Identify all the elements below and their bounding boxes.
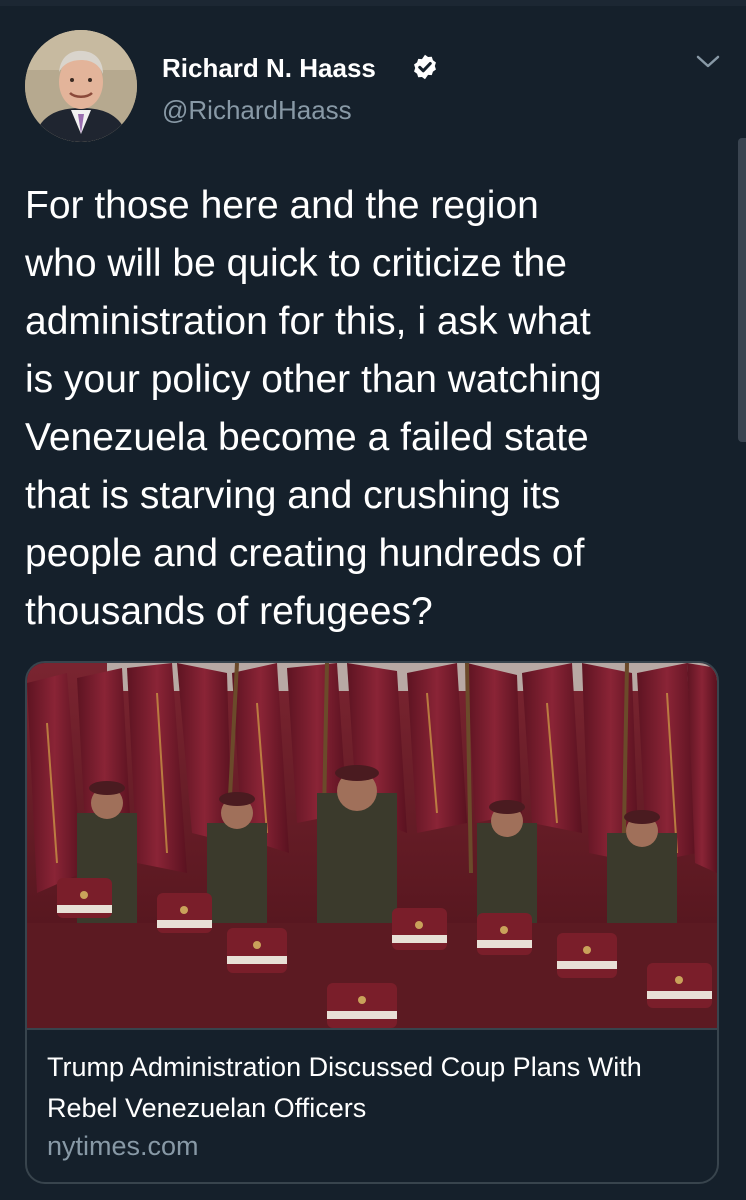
avatar-portrait [25,30,137,142]
link-preview-card[interactable]: Trump Administration Discussed Coup Plan… [25,661,719,1184]
card-domain[interactable]: nytimes.com [47,1131,199,1162]
card-title[interactable]: Trump Administration Discussed Coup Plan… [47,1047,697,1129]
scrollbar[interactable] [738,138,746,442]
tweet-text: For those here and the region who will b… [25,184,602,633]
verified-badge-icon [414,54,436,80]
author-name[interactable]: Richard N. Haass [162,53,376,84]
military-parade-image [27,663,717,1028]
card-divider [27,1028,717,1030]
chevron-down-icon[interactable] [695,52,721,72]
author-avatar[interactable] [25,30,137,142]
top-edge [0,0,746,6]
card-image[interactable] [27,663,717,1028]
author-handle[interactable]: @RichardHaass [162,95,352,126]
